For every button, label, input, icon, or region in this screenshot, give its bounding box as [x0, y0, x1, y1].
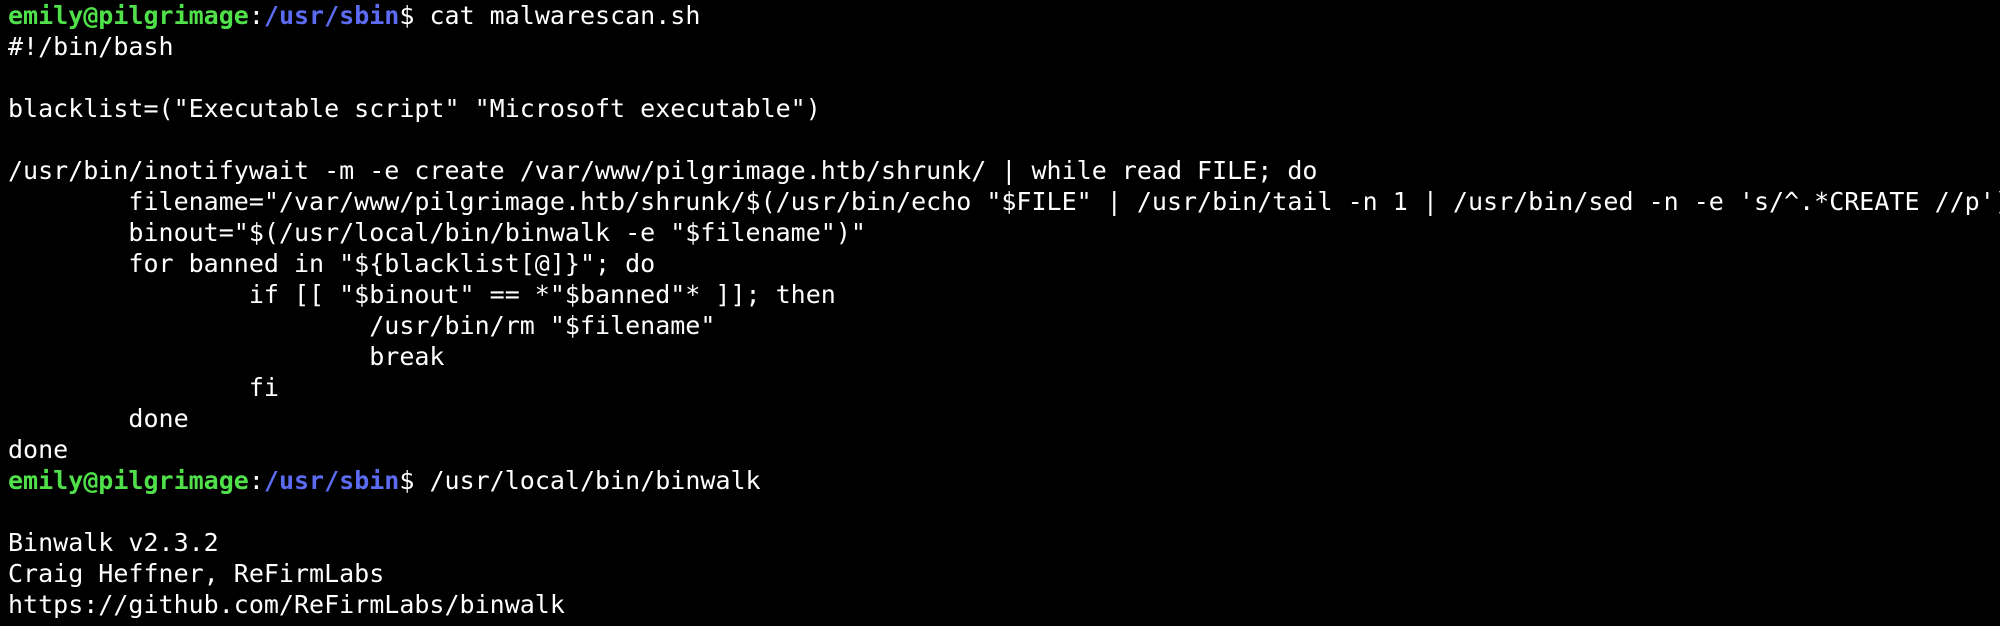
output-line: Binwalk v2.3.2: [8, 528, 219, 557]
terminal-window[interactable]: emily@pilgrimage:/usr/sbin$ cat malwares…: [0, 0, 2000, 626]
prompt-user-host: emily@pilgrimage: [8, 1, 249, 30]
script-line: fi: [8, 373, 279, 402]
script-line: break: [8, 342, 445, 371]
prompt-path: /usr/sbin: [263, 1, 400, 30]
script-line: filename="/var/www/pilgrimage.htb/shrunk…: [8, 187, 2000, 216]
prompt-user-host: emily@pilgrimage: [8, 466, 249, 495]
prompt-line-1: emily@pilgrimage:/usr/sbin$ cat malwares…: [8, 0, 2000, 31]
script-line: /usr/bin/rm "$filename": [8, 311, 716, 340]
script-line: blacklist=("Executable script" "Microsof…: [8, 94, 821, 123]
prompt-dollar: $: [399, 1, 430, 30]
prompt-path: /usr/sbin: [263, 466, 400, 495]
script-line: for banned in "${blacklist[@]}"; do: [8, 249, 656, 278]
script-line: done: [8, 404, 189, 433]
script-line: done: [8, 435, 69, 464]
script-line: [8, 62, 2000, 93]
output-line: https://github.com/ReFirmLabs/binwalk: [8, 590, 565, 619]
script-line: binout="$(/usr/local/bin/binwalk -e "$fi…: [8, 218, 866, 247]
command-text: cat malwarescan.sh: [429, 1, 701, 30]
prompt-separator: :: [248, 1, 264, 30]
prompt-separator: :: [248, 466, 264, 495]
prompt-line-2: emily@pilgrimage:/usr/sbin$ /usr/local/b…: [8, 465, 2000, 496]
script-line: if [[ "$binout" == *"$banned"* ]]; then: [8, 280, 836, 309]
output-line: Craig Heffner, ReFirmLabs: [8, 559, 385, 588]
script-line: #!/bin/bash: [8, 32, 174, 61]
script-line: [8, 124, 2000, 155]
script-line: /usr/bin/inotifywait -m -e create /var/w…: [8, 156, 1318, 185]
prompt-dollar: $: [399, 466, 430, 495]
command-text: /usr/local/bin/binwalk: [429, 466, 761, 495]
